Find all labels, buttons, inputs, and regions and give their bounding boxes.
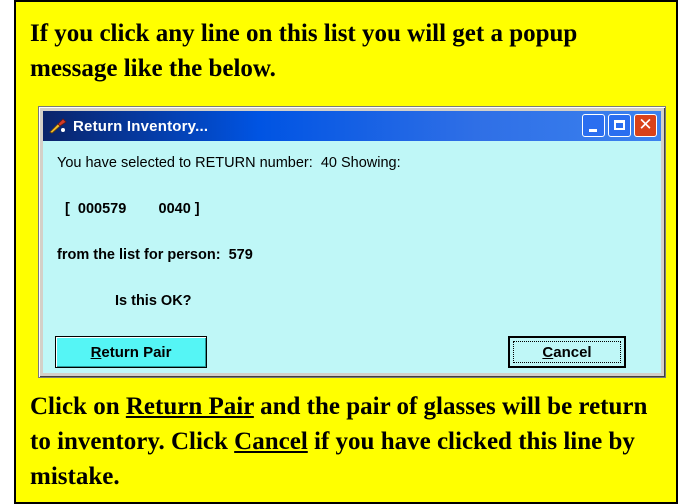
outro-text: Click on Return Pair and the pair of gla… — [30, 389, 666, 494]
return-inventory-dialog: Return Inventory... ✕ You have selected … — [38, 106, 666, 378]
return-label: eturn Pair — [101, 343, 172, 361]
intro-text: If you click any line on this list you w… — [30, 20, 578, 82]
maximize-button[interactable] — [608, 114, 631, 137]
cancel-button[interactable]: Cancel — [508, 336, 626, 368]
close-button[interactable]: ✕ — [634, 114, 657, 137]
maximize-icon — [614, 120, 625, 130]
message-confirm: Is this OK? — [115, 293, 192, 309]
instruction-panel: If you click any line on this list you w… — [14, 0, 678, 504]
outro-cancel: Cancel — [234, 428, 308, 455]
dialog-body: You have selected to RETURN number: 40 S… — [43, 141, 661, 373]
return-accel: R — [90, 343, 102, 361]
message-person: from the list for person: 579 — [57, 247, 253, 263]
window-controls: ✕ — [582, 114, 657, 137]
message-selected: You have selected to RETURN number: 40 S… — [57, 155, 401, 171]
message-record: [ 000579 0040 ] — [65, 201, 200, 217]
dialog-titlebar[interactable]: Return Inventory... ✕ — [43, 111, 661, 141]
dialog-title: Return Inventory... — [73, 117, 209, 135]
outro-part1: Click on — [30, 393, 126, 420]
minimize-button[interactable] — [582, 114, 605, 137]
outro-return-pair: Return Pair — [125, 393, 254, 420]
focus-rect — [513, 341, 621, 363]
minimize-icon — [589, 129, 597, 132]
close-icon: ✕ — [638, 115, 653, 135]
app-icon — [49, 118, 67, 134]
return-pair-button[interactable]: Return Pair — [55, 336, 207, 368]
